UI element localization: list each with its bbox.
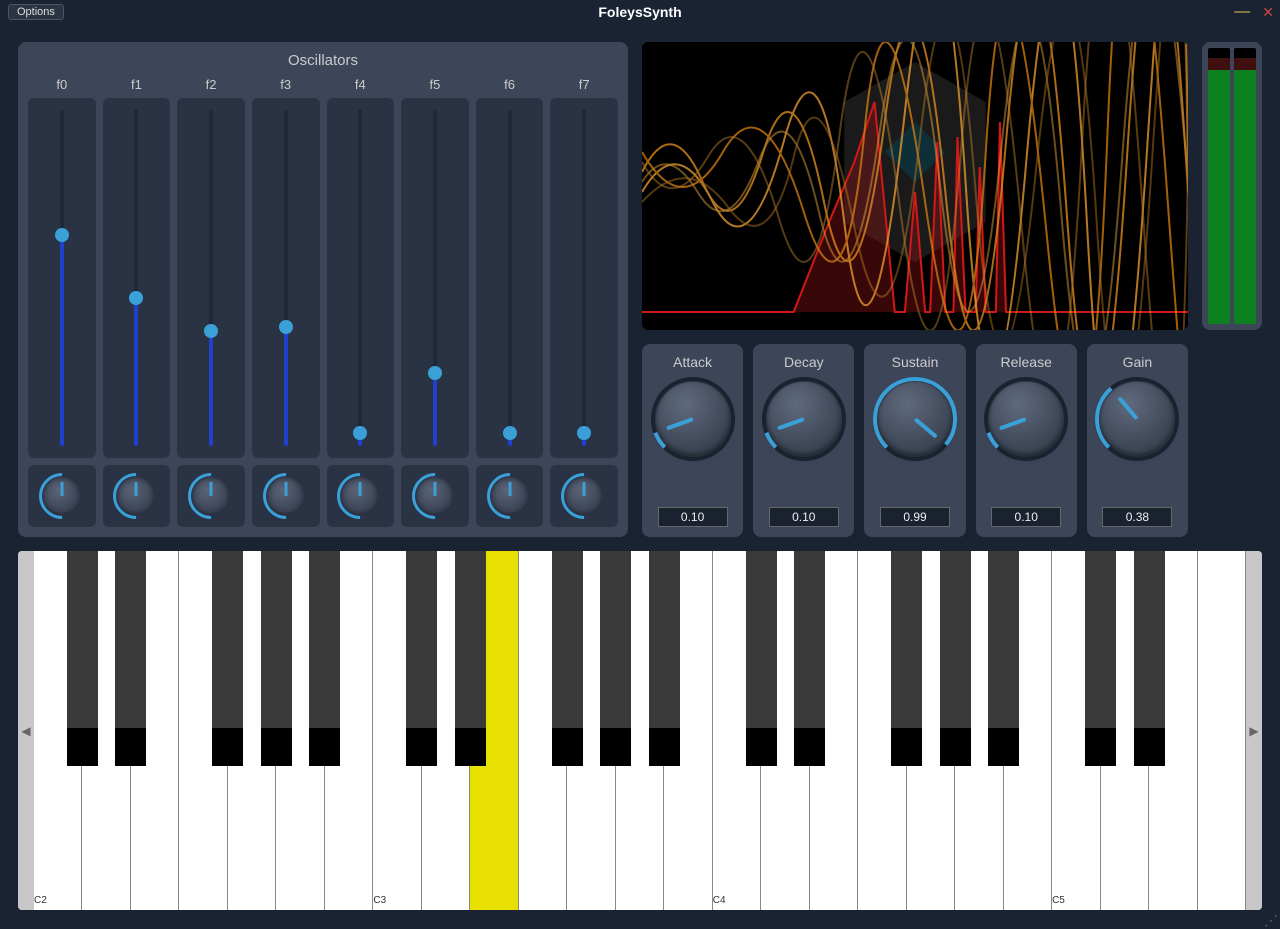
keyboard-scroll-left-icon[interactable]: ◀ [18, 551, 34, 910]
black-key[interactable] [455, 551, 486, 766]
attack-value[interactable]: 0.10 [658, 507, 728, 527]
black-key[interactable] [67, 551, 98, 766]
decay-knob[interactable] [767, 382, 841, 456]
window-minimize-icon[interactable]: — [1234, 3, 1250, 21]
gain-knob[interactable] [1100, 382, 1174, 456]
oscillator-slider-1[interactable] [103, 98, 171, 458]
oscillator-detune-knob-2[interactable] [177, 465, 245, 527]
oscillators-panel: Oscillators f0 f1 f2 f3 [18, 42, 628, 537]
oscillator-detune-knob-5[interactable] [401, 465, 469, 527]
black-key[interactable] [1134, 551, 1165, 766]
sustain-label: Sustain [892, 354, 939, 370]
options-button[interactable]: Options [8, 4, 64, 20]
sustain-value[interactable]: 0.99 [880, 507, 950, 527]
black-key[interactable] [1085, 551, 1116, 766]
oscillator-detune-knob-6[interactable] [476, 465, 544, 527]
oscillator-slider-0[interactable] [28, 98, 96, 458]
oscillator-slider-3[interactable] [252, 98, 320, 458]
black-key[interactable] [988, 551, 1019, 766]
black-key[interactable] [406, 551, 437, 766]
black-key[interactable] [746, 551, 777, 766]
oscillator-detune-knob-3[interactable] [252, 465, 320, 527]
oscillator-label-7: f7 [579, 77, 590, 92]
window-title: FoleysSynth [598, 4, 681, 20]
black-key[interactable] [940, 551, 971, 766]
decay-label: Decay [784, 354, 824, 370]
resize-handle-icon[interactable]: ⋰ [1264, 912, 1278, 926]
release-value[interactable]: 0.10 [991, 507, 1061, 527]
oscillator-label-1: f1 [131, 77, 142, 92]
oscillator-slider-2[interactable] [177, 98, 245, 458]
oscillator-label-5: f5 [430, 77, 441, 92]
release-label: Release [1001, 354, 1052, 370]
decay-value[interactable]: 0.10 [769, 507, 839, 527]
attack-knob[interactable] [656, 382, 730, 456]
key-label: C3 [373, 895, 386, 906]
oscilloscope-display [642, 42, 1188, 330]
sustain-knob[interactable] [878, 382, 952, 456]
black-key[interactable] [212, 551, 243, 766]
key-label: C4 [713, 895, 726, 906]
attack-label: Attack [673, 354, 712, 370]
output-meter [1202, 42, 1262, 330]
black-key[interactable] [794, 551, 825, 766]
gain-value[interactable]: 0.38 [1102, 507, 1172, 527]
black-key[interactable] [115, 551, 146, 766]
oscillator-slider-5[interactable] [401, 98, 469, 458]
black-key[interactable] [891, 551, 922, 766]
oscillator-label-6: f6 [504, 77, 515, 92]
black-key[interactable] [600, 551, 631, 766]
oscillators-title: Oscillators [28, 52, 618, 69]
keyboard-scroll-right-icon[interactable]: ▶ [1246, 551, 1262, 910]
black-key[interactable] [649, 551, 680, 766]
oscillator-label-2: f2 [206, 77, 217, 92]
oscillator-label-3: f3 [280, 77, 291, 92]
oscillator-detune-knob-0[interactable] [28, 465, 96, 527]
window-close-icon[interactable]: ✕ [1262, 4, 1274, 21]
midi-keyboard[interactable]: ◀ C2 C3 C4 C5 ▶ [18, 551, 1262, 910]
oscillator-detune-knob-7[interactable] [550, 465, 618, 527]
oscillator-slider-7[interactable] [550, 98, 618, 458]
oscillator-detune-knob-4[interactable] [327, 465, 395, 527]
black-key[interactable] [261, 551, 292, 766]
release-knob[interactable] [989, 382, 1063, 456]
oscillator-slider-4[interactable] [327, 98, 395, 458]
oscillator-label-0: f0 [56, 77, 67, 92]
key-label: C5 [1052, 895, 1065, 906]
oscillator-detune-knob-1[interactable] [103, 465, 171, 527]
meter-left [1208, 48, 1230, 324]
black-key[interactable] [309, 551, 340, 766]
meter-right [1234, 48, 1256, 324]
white-key[interactable] [1198, 551, 1246, 910]
oscillator-label-4: f4 [355, 77, 366, 92]
gain-label: Gain [1123, 354, 1153, 370]
key-label: C2 [34, 895, 47, 906]
oscillator-slider-6[interactable] [476, 98, 544, 458]
black-key[interactable] [552, 551, 583, 766]
